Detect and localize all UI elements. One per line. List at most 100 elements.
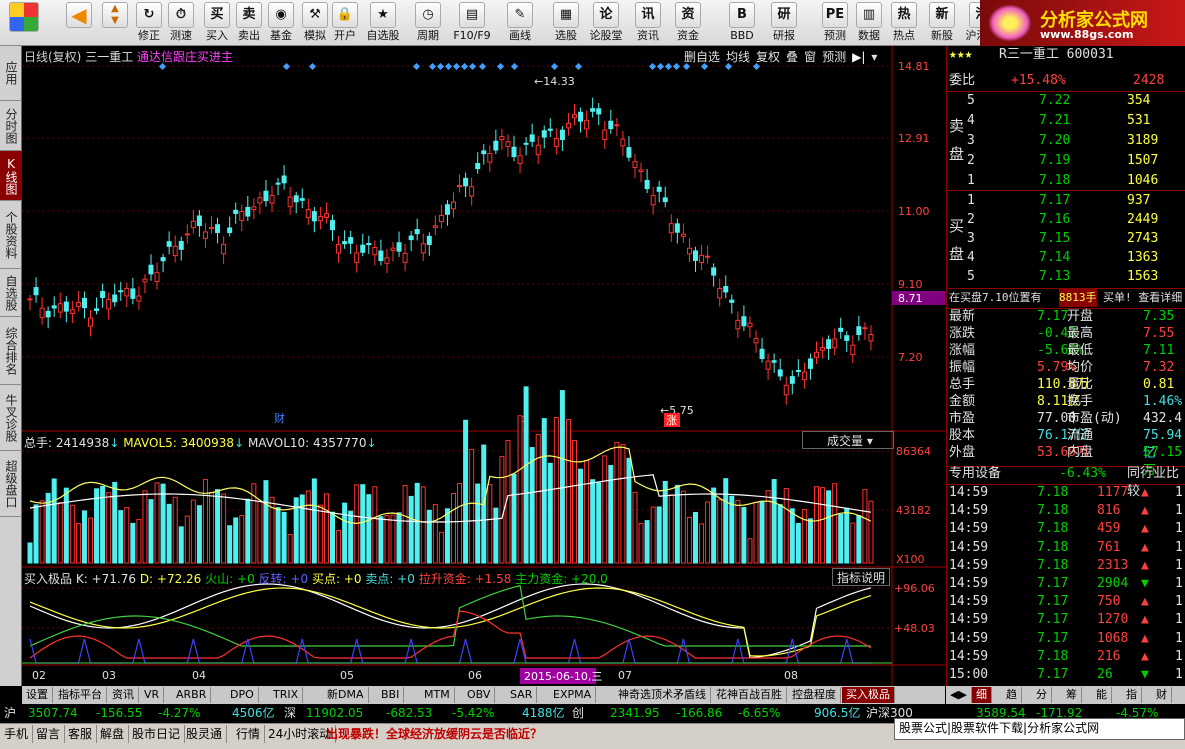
bottom-tab-3[interactable]: VR — [140, 687, 165, 703]
toolbar-item-4[interactable]: ◉ 基金 — [264, 2, 298, 44]
bottom-tab-12[interactable]: EXPMA — [549, 687, 597, 703]
bottom-tab-4[interactable]: ARBR — [172, 687, 212, 703]
toolbar-item-11[interactable]: ▦ 选股 — [546, 2, 586, 44]
bottom-tab-10[interactable]: OBV — [463, 687, 496, 703]
toolbar-item-12[interactable]: 论论股堂 — [586, 2, 626, 44]
status-item-3[interactable]: 解盘 — [96, 725, 130, 743]
high-marker: ←14.33 — [534, 75, 575, 88]
toolbar-item-16[interactable]: 研研报 — [764, 2, 804, 44]
tick-row-cell: 1068 — [1097, 630, 1129, 646]
notice-button[interactable]: 买单! 查看详细 — [1103, 289, 1182, 307]
volume-dropdown[interactable]: 成交量 ▾ — [802, 431, 894, 449]
windows-icon[interactable] — [4, 2, 44, 44]
toolbar-item-6[interactable]: 🔒 开户 — [328, 2, 362, 44]
bottom-tab-11[interactable]: SAR — [506, 687, 538, 703]
volume-bar — [656, 506, 662, 564]
chevron-down-icon[interactable]: ▾ — [871, 50, 877, 64]
toolbar-item-3[interactable]: 卖卖出 — [232, 2, 266, 44]
toolbar-item-2[interactable]: 买买入 — [200, 2, 234, 44]
left-tab-7[interactable]: 超级盘口 — [0, 451, 22, 517]
bottom-tab-15[interactable]: 控盘程度 — [788, 687, 841, 703]
tab-nav-icon[interactable]: ◀▶ — [946, 687, 972, 703]
status-item-0[interactable]: 手机 — [0, 725, 34, 743]
tick-row-cell: 14:59 — [949, 576, 989, 591]
bottom-tab-14[interactable]: 花神百战百胜 — [712, 687, 787, 703]
toolbar-item-15[interactable]: B BBD — [722, 2, 762, 44]
toolbar-icon-5: ⚒ — [302, 2, 328, 28]
toolbar-item-19[interactable]: 热热点 — [884, 2, 924, 44]
toolbar-item-1[interactable]: ⏱ 测速 — [164, 2, 198, 44]
left-tab-2[interactable]: K线图 — [0, 151, 22, 201]
status-item-2[interactable]: 客服 — [64, 725, 98, 743]
bottom-tab-6[interactable]: TRIX — [269, 687, 304, 703]
toolbar-item-13[interactable]: 讯资讯 — [628, 2, 668, 44]
right-tab-1[interactable]: 趋 — [1002, 687, 1022, 703]
bottom-tab-2[interactable]: 资讯 — [108, 687, 139, 703]
volume-bar — [759, 500, 765, 564]
toolbar-item-14[interactable]: 资资金 — [668, 2, 708, 44]
left-tab-0[interactable]: 应用 — [0, 46, 22, 101]
bottom-tab-5[interactable]: DPO — [226, 687, 259, 703]
up-down-icon[interactable]: ▲ ▼ — [102, 2, 128, 44]
bottom-tab-16[interactable]: 买入极品 — [842, 687, 895, 703]
chart-menu-2[interactable]: 复权 — [756, 50, 780, 64]
indicator-info-button[interactable]: 指标说明 — [832, 568, 890, 586]
news-headline[interactable]: 出现暴跌！全球经济放缓阴云是否临近？ — [322, 725, 546, 743]
right-tab-3[interactable]: 筹 — [1062, 687, 1082, 703]
volume-bar — [27, 542, 33, 564]
volume-bar — [342, 502, 348, 564]
status-item-4[interactable]: 股市日记 — [128, 725, 186, 743]
notice-row: 在买盘7.10位置有 8813手 买单! 查看详细 — [947, 289, 1185, 307]
status-item-6[interactable]: 行情 — [232, 725, 266, 743]
volume-bar — [771, 479, 777, 564]
bottom-tab-8[interactable]: BBI — [377, 687, 405, 703]
chart-menu-0[interactable]: 删自选 — [684, 50, 720, 64]
toolbar-item-18[interactable]: ▥ 数据 — [849, 2, 889, 44]
bottom-tab-0[interactable]: 设置 — [22, 687, 53, 703]
right-tab-5[interactable]: 指 — [1122, 687, 1142, 703]
toolbar-icon-19: 热 — [891, 2, 917, 28]
volume-bar — [826, 490, 832, 564]
footer-ad[interactable]: 股票公式|股票软件下载|分析家公式网 — [894, 718, 1185, 740]
toolbar-item-0[interactable]: ↻ 修正 — [132, 2, 166, 44]
left-tab-4[interactable]: 自选股 — [0, 269, 22, 317]
volume-bar — [807, 518, 813, 564]
toolbar-item-7[interactable]: ★ 自选股 — [366, 2, 400, 44]
bottom-tab-7[interactable]: 新DMA — [323, 687, 369, 703]
bottom-tab-1[interactable]: 指标平台 — [54, 687, 107, 703]
bottom-tab-9[interactable]: MTM — [420, 687, 455, 703]
right-tab-6[interactable]: 财 — [1152, 687, 1172, 703]
tick-row-cell: 7.18 — [1037, 557, 1069, 573]
left-tab-3[interactable]: 个股资料 — [0, 201, 22, 269]
status-item-1[interactable]: 留言 — [32, 725, 66, 743]
volume-bar — [832, 483, 838, 564]
bottom-tab-13[interactable]: 神奇选顶术矛盾线 — [614, 687, 711, 703]
toolbar-item-5[interactable]: ⚒ 模拟 — [298, 2, 332, 44]
status-item-5[interactable]: 股灵通 — [182, 725, 228, 743]
stat-row-cell: 量比 — [1067, 377, 1094, 392]
chart-menu-5[interactable]: 预测 — [822, 50, 846, 64]
left-tab-6[interactable]: 牛叉诊股 — [0, 385, 22, 451]
stat-row-cell: 总手 — [949, 377, 976, 392]
buy-row-cell: 2743 — [1127, 231, 1159, 246]
toolbar-item-20[interactable]: 新新股 — [922, 2, 962, 44]
volume-bar — [814, 486, 819, 564]
buy-row: 5 7.13 1563 — [947, 268, 1185, 286]
chart-menu-1[interactable]: 均线 — [726, 50, 750, 64]
volume-bar — [148, 499, 154, 564]
chart-menu-3[interactable]: 叠 — [786, 50, 798, 64]
stat-row-cell: 1.46% — [1143, 394, 1183, 409]
right-tab-2[interactable]: 分 — [1032, 687, 1052, 703]
left-tab-5[interactable]: 综合排名 — [0, 317, 22, 385]
more-icon[interactable]: ▶| — [852, 50, 865, 64]
toolbar-item-10[interactable]: ✎ 画线 — [500, 2, 540, 44]
kline-chart-area[interactable]: 14.81 12.91 11.00 9.10 7.20 8.71 86364 43182 X10… — [22, 46, 945, 686]
volume-bar — [323, 493, 329, 564]
toolbar-item-9[interactable]: ▤ F10/F9 — [452, 2, 492, 44]
chart-menu-4[interactable]: 窗 — [804, 50, 816, 64]
right-tab-0[interactable]: 细 — [972, 687, 992, 703]
left-tab-1[interactable]: 分时图 — [0, 101, 22, 151]
right-tab-4[interactable]: 能 — [1092, 687, 1112, 703]
toolbar-item-8[interactable]: ◷ 周期 — [408, 2, 448, 44]
back-button[interactable]: ◀ — [62, 2, 96, 44]
